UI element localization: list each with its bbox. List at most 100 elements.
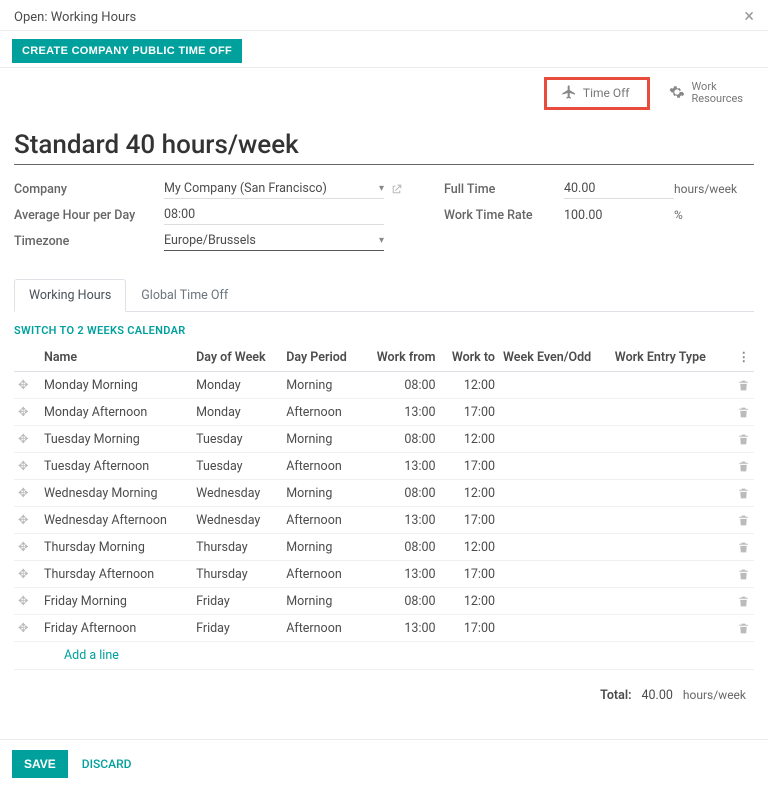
cell-name[interactable]: Tuesday Morning [40, 426, 192, 453]
col-name[interactable]: Name [40, 343, 192, 372]
time-off-stat-button[interactable]: Time Off [544, 77, 651, 110]
cell-period[interactable]: Afternoon [282, 453, 362, 480]
trash-icon[interactable] [726, 615, 754, 642]
col-entry[interactable]: Work Entry Type [611, 343, 726, 372]
cell-period[interactable]: Morning [282, 426, 362, 453]
cell-to[interactable]: 12:00 [440, 534, 499, 561]
cell-period[interactable]: Afternoon [282, 399, 362, 426]
table-row[interactable]: ✥Thursday AfternoonThursdayAfternoon13:0… [14, 561, 754, 588]
col-dow[interactable]: Day of Week [192, 343, 282, 372]
drag-handle-icon[interactable]: ✥ [14, 615, 40, 642]
cell-entry[interactable] [611, 480, 726, 507]
cell-dow[interactable]: Friday [192, 615, 282, 642]
cell-dow[interactable]: Wednesday [192, 507, 282, 534]
table-row[interactable]: ✥Friday AfternoonFridayAfternoon13:0017:… [14, 615, 754, 642]
save-button[interactable]: SAVE [12, 750, 68, 778]
timezone-field[interactable]: Europe/Brussels ▾ [164, 231, 384, 251]
cell-name[interactable]: Monday Morning [40, 372, 192, 399]
drag-handle-icon[interactable]: ✥ [14, 588, 40, 615]
col-from[interactable]: Work from [362, 343, 440, 372]
cell-from[interactable]: 08:00 [362, 588, 440, 615]
cell-from[interactable]: 08:00 [362, 426, 440, 453]
cell-evenodd[interactable] [499, 615, 611, 642]
cell-dow[interactable]: Tuesday [192, 426, 282, 453]
cell-name[interactable]: Wednesday Afternoon [40, 507, 192, 534]
drag-handle-icon[interactable]: ✥ [14, 507, 40, 534]
cell-entry[interactable] [611, 588, 726, 615]
trash-icon[interactable] [726, 453, 754, 480]
drag-handle-icon[interactable]: ✥ [14, 534, 40, 561]
cell-name[interactable]: Monday Afternoon [40, 399, 192, 426]
cell-name[interactable]: Friday Afternoon [40, 615, 192, 642]
drag-handle-icon[interactable]: ✥ [14, 480, 40, 507]
cell-dow[interactable]: Wednesday [192, 480, 282, 507]
cell-from[interactable]: 08:00 [362, 372, 440, 399]
table-row[interactable]: ✥Thursday MorningThursdayMorning08:0012:… [14, 534, 754, 561]
cell-entry[interactable] [611, 426, 726, 453]
cell-period[interactable]: Afternoon [282, 561, 362, 588]
tab-working-hours[interactable]: Working Hours [14, 279, 126, 312]
col-to[interactable]: Work to [440, 343, 499, 372]
cell-evenodd[interactable] [499, 561, 611, 588]
cell-name[interactable]: Wednesday Morning [40, 480, 192, 507]
cell-name[interactable]: Thursday Afternoon [40, 561, 192, 588]
col-evenodd[interactable]: Week Even/Odd [499, 343, 611, 372]
table-row[interactable]: ✥Friday MorningFridayMorning08:0012:00 [14, 588, 754, 615]
trash-icon[interactable] [726, 534, 754, 561]
cell-to[interactable]: 12:00 [440, 480, 499, 507]
cell-evenodd[interactable] [499, 534, 611, 561]
cell-evenodd[interactable] [499, 480, 611, 507]
cell-period[interactable]: Afternoon [282, 615, 362, 642]
table-row[interactable]: ✥Wednesday MorningWednesdayMorning08:001… [14, 480, 754, 507]
cell-name[interactable]: Tuesday Afternoon [40, 453, 192, 480]
avg-hour-field[interactable]: 08:00 [164, 205, 384, 225]
cell-entry[interactable] [611, 399, 726, 426]
cell-to[interactable]: 17:00 [440, 453, 499, 480]
tab-global-time-off[interactable]: Global Time Off [126, 279, 243, 312]
cell-entry[interactable] [611, 372, 726, 399]
close-icon[interactable]: × [744, 8, 754, 26]
cell-entry[interactable] [611, 507, 726, 534]
cell-entry[interactable] [611, 453, 726, 480]
kebab-icon[interactable]: ⋮ [726, 343, 754, 372]
cell-dow[interactable]: Monday [192, 399, 282, 426]
cell-from[interactable]: 13:00 [362, 453, 440, 480]
table-row[interactable]: ✥Tuesday AfternoonTuesdayAfternoon13:001… [14, 453, 754, 480]
cell-period[interactable]: Morning [282, 534, 362, 561]
table-row[interactable]: ✥Monday MorningMondayMorning08:0012:00 [14, 372, 754, 399]
page-title[interactable]: Standard 40 hours/week [14, 130, 754, 165]
drag-handle-icon[interactable]: ✥ [14, 453, 40, 480]
cell-entry[interactable] [611, 561, 726, 588]
trash-icon[interactable] [726, 507, 754, 534]
create-company-public-time-off-button[interactable]: CREATE COMPANY PUBLIC TIME OFF [12, 39, 242, 63]
cell-from[interactable]: 13:00 [362, 615, 440, 642]
switch-2-weeks-button[interactable]: SWITCH TO 2 WEEKS CALENDAR [14, 312, 186, 343]
cell-to[interactable]: 17:00 [440, 399, 499, 426]
cell-evenodd[interactable] [499, 426, 611, 453]
cell-to[interactable]: 17:00 [440, 615, 499, 642]
cell-dow[interactable]: Thursday [192, 561, 282, 588]
cell-dow[interactable]: Thursday [192, 534, 282, 561]
drag-handle-icon[interactable]: ✥ [14, 561, 40, 588]
cell-to[interactable]: 17:00 [440, 507, 499, 534]
cell-to[interactable]: 12:00 [440, 372, 499, 399]
trash-icon[interactable] [726, 588, 754, 615]
cell-from[interactable]: 08:00 [362, 534, 440, 561]
trash-icon[interactable] [726, 480, 754, 507]
cell-period[interactable]: Morning [282, 480, 362, 507]
add-line-button[interactable]: Add a line [40, 642, 754, 670]
cell-dow[interactable]: Monday [192, 372, 282, 399]
cell-period[interactable]: Morning [282, 372, 362, 399]
cell-name[interactable]: Thursday Morning [40, 534, 192, 561]
table-row[interactable]: ✥Monday AfternoonMondayAfternoon13:0017:… [14, 399, 754, 426]
drag-handle-icon[interactable]: ✥ [14, 426, 40, 453]
cell-dow[interactable]: Friday [192, 588, 282, 615]
cell-from[interactable]: 13:00 [362, 561, 440, 588]
cell-period[interactable]: Morning [282, 588, 362, 615]
cell-entry[interactable] [611, 534, 726, 561]
cell-evenodd[interactable] [499, 453, 611, 480]
trash-icon[interactable] [726, 426, 754, 453]
drag-handle-icon[interactable]: ✥ [14, 372, 40, 399]
col-period[interactable]: Day Period [282, 343, 362, 372]
trash-icon[interactable] [726, 399, 754, 426]
